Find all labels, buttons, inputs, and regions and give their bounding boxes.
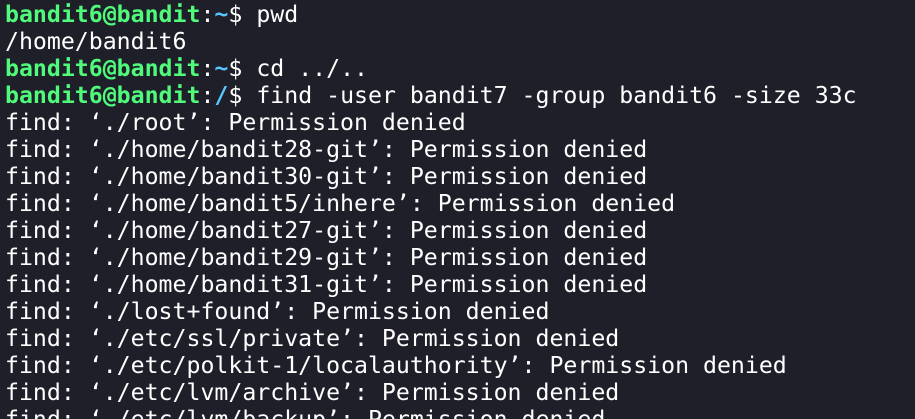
prompt-separator: : [200,82,215,109]
output-text: find: ‘./etc/lvm/backup’: Permission den… [5,406,605,419]
prompt-user: bandit6@bandit [5,1,201,28]
output-text: find: ‘./etc/lvm/archive’: Permission de… [5,379,620,406]
output-text: find: ‘./home/bandit31-git’: Permission … [5,271,648,298]
output-text: find: ‘./root’: Permission denied [5,109,466,136]
output-text: find: ‘./lost+found’: Permission denied [5,298,550,325]
prompt-symbol: $ [228,82,257,109]
output-text: find: ‘./home/bandit5/inhere’: Permissio… [5,190,676,217]
prompt-path: ~ [214,55,229,82]
output-line: find: ‘./home/bandit30-git’: Permission … [5,163,915,190]
output-text: find: ‘./home/bandit29-git’: Permission … [5,244,648,271]
output-line: find: ‘./home/bandit31-git’: Permission … [5,271,915,298]
terminal-window[interactable]: bandit6@bandit:~$ pwd/home/bandit6 bandit… [0,0,915,419]
prompt-symbol: $ [228,55,257,82]
output-text: find: ‘./home/bandit27-git’: Permission … [5,217,648,244]
output-line: find: ‘./etc/lvm/archive’: Permission de… [5,379,915,406]
output-text: find: ‘./etc/ssl/private’: Permission de… [5,325,620,352]
output-line: find: ‘./etc/polkit-1/localauthority’: P… [5,352,915,379]
prompt-separator: : [200,1,215,28]
command-text: cd ../.. [256,55,368,82]
prompt-separator: : [200,55,215,82]
prompt-path: ~ [214,1,229,28]
prompt-user: bandit6@bandit [5,55,201,82]
output-text: find: ‘./home/bandit28-git’: Permission … [5,136,648,163]
output-text: find: ‘./home/bandit30-git’: Permission … [5,163,648,190]
output-line: find: ‘./etc/ssl/private’: Permission de… [5,325,915,352]
output-line: find: ‘./lost+found’: Permission denied [5,298,915,325]
command-text: pwd [256,1,299,28]
output-line: find: ‘./home/bandit5/inhere’: Permissio… [5,190,915,217]
output-line: find: ‘./etc/lvm/backup’: Permission den… [5,406,915,419]
prompt-line: bandit6@bandit:/$ find -user bandit7 -gr… [5,82,915,109]
output-text: find: ‘./etc/polkit-1/localauthority’: P… [5,352,787,379]
terminal-output: bandit6@bandit:~$ pwd/home/bandit6 bandit… [5,1,915,419]
prompt-symbol: $ [228,1,257,28]
prompt-user: bandit6@bandit [5,82,201,109]
output-line: find: ‘./root’: Permission denied [5,109,915,136]
output-line: find: ‘./home/bandit27-git’: Permission … [5,217,915,244]
output-line: find: ‘./home/bandit29-git’: Permission … [5,244,915,271]
prompt-path: / [214,82,229,109]
prompt-line: bandit6@bandit:~$ pwd [5,1,915,28]
command-text: find -user bandit7 -group bandit6 -size … [256,82,857,109]
output-line: /home/bandit6 [5,28,915,55]
prompt-line: bandit6@bandit:~$ cd ../.. [5,55,915,82]
output-line: find: ‘./home/bandit28-git’: Permission … [5,136,915,163]
output-text: /home/bandit6 [5,28,187,55]
